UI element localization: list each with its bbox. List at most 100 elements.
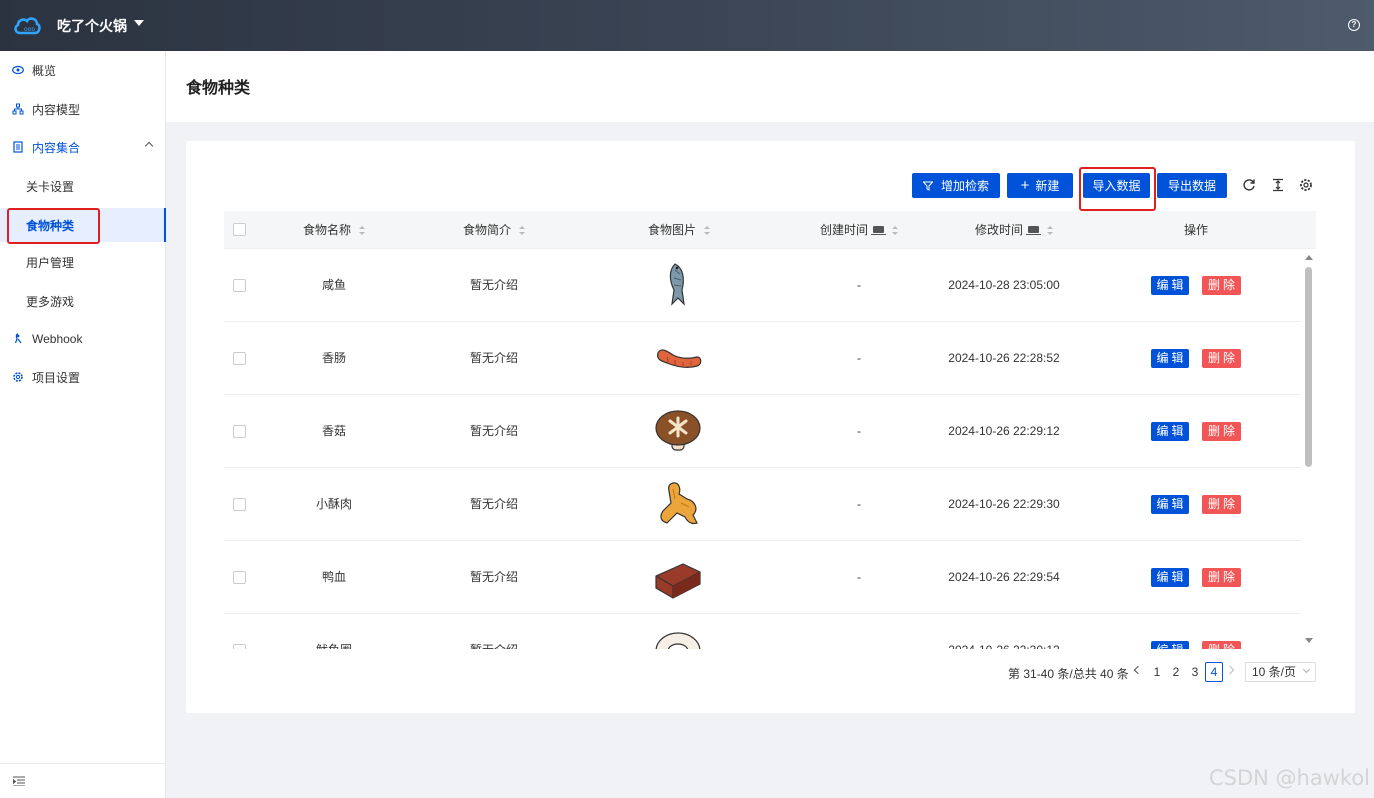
- model-icon: [12, 103, 24, 115]
- chevron-up-icon[interactable]: [144, 141, 154, 151]
- sidebar-item-label: 内容集合: [32, 140, 81, 155]
- column-label: 创建时间: [819, 223, 868, 237]
- sidebar-item-webhook[interactable]: Webhook: [0, 322, 166, 356]
- column-label: 食物名称: [302, 223, 351, 237]
- crispy-pork-image[interactable]: [653, 479, 703, 529]
- column-header-intro[interactable]: 食物简介: [424, 211, 564, 249]
- add-filter-button[interactable]: 增加检索: [912, 173, 1000, 198]
- new-button[interactable]: + 新建: [1007, 173, 1073, 198]
- settings-icon[interactable]: [1299, 178, 1313, 192]
- scroll-down-arrow-icon[interactable]: [1305, 638, 1313, 643]
- row-checkbox[interactable]: [233, 279, 246, 292]
- page-1[interactable]: 1: [1148, 662, 1166, 682]
- modified-time: 2024-10-26 22:30:12: [924, 614, 1084, 649]
- fish-image[interactable]: [653, 260, 703, 310]
- duck-blood-image[interactable]: [653, 552, 703, 602]
- sidebar-item-content-model[interactable]: 内容模型: [0, 92, 166, 126]
- page-2[interactable]: 2: [1167, 662, 1185, 682]
- delete-button[interactable]: 删除: [1202, 349, 1241, 368]
- table-row[interactable]: 香肠 暂无介绍 - 2024-10-26 22:28:52 编辑 删除: [224, 322, 1301, 395]
- food-name: 香菇: [321, 424, 346, 438]
- sidebar-item-overview[interactable]: 概览: [0, 53, 166, 87]
- created-time: -: [779, 614, 939, 649]
- table-row[interactable]: 鱿鱼圈 暂无介绍 - 2024-10-26 22:30:12 编辑 删除: [224, 614, 1301, 649]
- sidebar-item-project-settings[interactable]: 项目设置: [0, 360, 166, 394]
- row-checkbox[interactable]: [233, 571, 246, 584]
- page-3[interactable]: 3: [1186, 662, 1204, 682]
- column-header-modified[interactable]: 修改时间: [934, 211, 1094, 249]
- app-title[interactable]: 吃了个火锅: [57, 16, 127, 36]
- column-header-image[interactable]: 食物图片: [609, 211, 749, 249]
- edit-button[interactable]: 编辑: [1151, 495, 1189, 514]
- delete-button[interactable]: 删除: [1202, 495, 1241, 514]
- export-data-button[interactable]: 导出数据: [1157, 173, 1227, 198]
- refresh-icon[interactable]: [1242, 178, 1256, 192]
- food-name: 鸭血: [321, 570, 346, 584]
- sausage-image[interactable]: [653, 333, 703, 383]
- edit-button[interactable]: 编辑: [1151, 422, 1189, 441]
- table-row[interactable]: 鸭血 暂无介绍 - 2024-10-26 22:29:54 编辑 删除: [224, 541, 1301, 614]
- row-checkbox[interactable]: [233, 352, 246, 365]
- cloud-logo-icon[interactable]: ooo: [13, 13, 41, 37]
- page-size-select[interactable]: 10 条/页: [1245, 662, 1316, 682]
- table-body[interactable]: 咸鱼 暂无介绍 - 2024-10-28 23:05:00 编辑 删除 香肠 暂…: [224, 249, 1316, 649]
- table-scrollbar[interactable]: [1303, 249, 1315, 649]
- content-card: 增加检索 + 新建 导入数据 导出数据 食物名称 食物简介 食物图片 创建时间 …: [186, 141, 1355, 713]
- sort-icon[interactable]: [704, 226, 710, 236]
- column-label: 食物简介: [462, 223, 511, 237]
- scroll-up-arrow-icon[interactable]: [1305, 255, 1313, 260]
- page-size-label: 10 条/页: [1252, 665, 1297, 679]
- column-header-created[interactable]: 创建时间: [779, 211, 939, 249]
- edit-button[interactable]: 编辑: [1151, 568, 1189, 587]
- modified-time: 2024-10-26 22:29:30: [948, 497, 1060, 511]
- next-page-icon[interactable]: [1225, 665, 1235, 675]
- mushroom-image[interactable]: [653, 406, 703, 456]
- created-time: -: [857, 278, 861, 292]
- collapse-menu-icon[interactable]: [13, 776, 25, 786]
- column-header-actions: 操作: [1136, 211, 1256, 249]
- table-row[interactable]: 小酥肉 暂无介绍 - 2024-10-26 22:29:30 编辑 删除: [224, 468, 1301, 541]
- edit-button[interactable]: 编辑: [1151, 641, 1189, 649]
- delete-button[interactable]: 删除: [1202, 641, 1241, 649]
- row-height-icon[interactable]: [1271, 178, 1285, 192]
- edit-button[interactable]: 编辑: [1151, 349, 1189, 368]
- row-checkbox[interactable]: [233, 644, 246, 649]
- food-intro: 暂无介绍: [469, 278, 518, 292]
- sort-icon[interactable]: [1047, 226, 1053, 236]
- edit-button[interactable]: 编辑: [1151, 276, 1189, 295]
- row-checkbox[interactable]: [233, 425, 246, 438]
- squid-ring-image[interactable]: [653, 625, 703, 649]
- page-4[interactable]: 4: [1205, 662, 1223, 682]
- select-all-checkbox[interactable]: [233, 223, 246, 236]
- sidebar-item-label: Webhook: [32, 332, 83, 346]
- sidebar-item-label: 项目设置: [32, 370, 81, 385]
- chevron-down-icon[interactable]: [134, 20, 144, 26]
- sort-icon[interactable]: [519, 226, 525, 236]
- column-label: 食物图片: [647, 223, 696, 237]
- sort-icon[interactable]: [359, 226, 365, 236]
- delete-button[interactable]: 删除: [1202, 568, 1241, 587]
- prev-page-icon[interactable]: [1133, 665, 1143, 675]
- sidebar-item-level-settings[interactable]: 关卡设置: [0, 169, 166, 203]
- scrollbar-thumb[interactable]: [1305, 267, 1312, 467]
- created-time: -: [857, 570, 861, 584]
- sort-icon[interactable]: [892, 226, 898, 236]
- delete-button[interactable]: 删除: [1202, 422, 1241, 441]
- food-name: 咸鱼: [321, 278, 346, 292]
- column-label: 操作: [1183, 223, 1208, 237]
- table-row[interactable]: 香菇 暂无介绍 - 2024-10-26 22:29:12 编辑 删除: [224, 395, 1301, 468]
- table-row[interactable]: 咸鱼 暂无介绍 - 2024-10-28 23:05:00 编辑 删除: [224, 249, 1301, 322]
- column-header-name[interactable]: 食物名称: [264, 211, 404, 249]
- sidebar-item-content-collection[interactable]: 内容集合: [0, 130, 166, 164]
- row-checkbox[interactable]: [233, 498, 246, 511]
- sidebar-item-user-management[interactable]: 用户管理: [0, 245, 166, 279]
- sidebar-item-more-games[interactable]: 更多游戏: [0, 284, 166, 318]
- help-icon[interactable]: ?: [1348, 19, 1360, 31]
- filter-icon: [922, 181, 933, 191]
- delete-button[interactable]: 删除: [1202, 276, 1241, 295]
- sidebar-item-label: 关卡设置: [26, 179, 75, 194]
- modified-time: 2024-10-26 22:29:12: [948, 424, 1060, 438]
- new-label: 新建: [1035, 179, 1060, 193]
- food-name: 小酥肉: [315, 497, 352, 511]
- created-time: -: [857, 351, 861, 365]
